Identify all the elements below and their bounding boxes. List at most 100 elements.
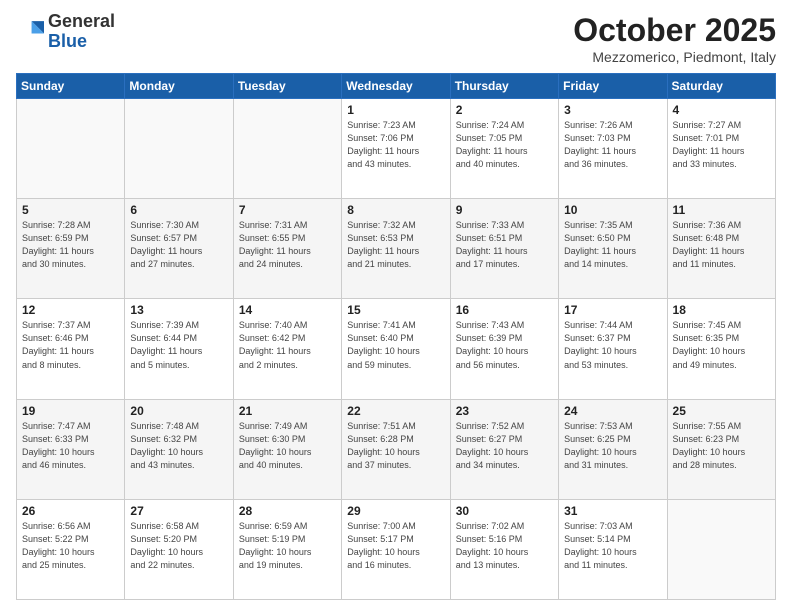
table-cell	[17, 99, 125, 199]
day-number: 11	[673, 203, 770, 217]
day-number: 16	[456, 303, 553, 317]
week-row-4: 19 Sunrise: 7:47 AMSunset: 6:33 PMDayligh…	[17, 399, 776, 499]
day-info: Sunrise: 7:53 AMSunset: 6:25 PMDaylight:…	[564, 420, 661, 472]
col-friday: Friday	[559, 74, 667, 99]
table-cell: 19 Sunrise: 7:47 AMSunset: 6:33 PMDayligh…	[17, 399, 125, 499]
day-info: Sunrise: 7:33 AMSunset: 6:51 PMDaylight:…	[456, 219, 553, 271]
day-number: 29	[347, 504, 444, 518]
day-info: Sunrise: 7:48 AMSunset: 6:32 PMDaylight:…	[130, 420, 227, 472]
day-info: Sunrise: 7:39 AMSunset: 6:44 PMDaylight:…	[130, 319, 227, 371]
logo-text: General Blue	[48, 12, 115, 52]
week-row-3: 12Sunrise: 7:37 AMSunset: 6:46 PMDayligh…	[17, 299, 776, 399]
table-cell: 13 Sunrise: 7:39 AMSunset: 6:44 PMDayligh…	[125, 299, 233, 399]
day-info: Sunrise: 7:26 AMSunset: 7:03 PMDaylight:…	[564, 119, 661, 171]
day-number: 21	[239, 404, 336, 418]
logo: General Blue	[16, 12, 115, 52]
col-wednesday: Wednesday	[342, 74, 450, 99]
day-info: Sunrise: 7:44 AMSunset: 6:37 PMDaylight:…	[564, 319, 661, 371]
day-number: 26	[22, 504, 119, 518]
table-cell: 22 Sunrise: 7:51 AMSunset: 6:28 PMDayligh…	[342, 399, 450, 499]
page: General Blue October 2025 Mezzomerico, P…	[0, 0, 792, 612]
day-number: 30	[456, 504, 553, 518]
table-cell: 6 Sunrise: 7:30 AMSunset: 6:57 PMDaylight…	[125, 199, 233, 299]
table-cell: 15Sunrise: 7:41 AMSunset: 6:40 PMDayligh…	[342, 299, 450, 399]
table-cell: 14Sunrise: 7:40 AMSunset: 6:42 PMDayligh…	[233, 299, 341, 399]
col-thursday: Thursday	[450, 74, 558, 99]
day-number: 22	[347, 404, 444, 418]
day-number: 14	[239, 303, 336, 317]
day-info: Sunrise: 7:52 AMSunset: 6:27 PMDaylight:…	[456, 420, 553, 472]
table-cell: 29 Sunrise: 7:00 AMSunset: 5:17 PMDayligh…	[342, 499, 450, 599]
day-number: 1	[347, 103, 444, 117]
col-sunday: Sunday	[17, 74, 125, 99]
day-number: 13	[130, 303, 227, 317]
day-number: 19	[22, 404, 119, 418]
day-number: 6	[130, 203, 227, 217]
table-cell: 16 Sunrise: 7:43 AMSunset: 6:39 PMDayligh…	[450, 299, 558, 399]
table-cell: 3 Sunrise: 7:26 AMSunset: 7:03 PMDaylight…	[559, 99, 667, 199]
table-cell: 18 Sunrise: 7:45 AMSunset: 6:35 PMDayligh…	[667, 299, 775, 399]
day-info: Sunrise: 6:58 AMSunset: 5:20 PMDaylight:…	[130, 520, 227, 572]
day-info: Sunrise: 7:35 AMSunset: 6:50 PMDaylight:…	[564, 219, 661, 271]
table-cell: 30 Sunrise: 7:02 AMSunset: 5:16 PMDayligh…	[450, 499, 558, 599]
day-number: 8	[347, 203, 444, 217]
day-number: 12	[22, 303, 119, 317]
table-cell	[667, 499, 775, 599]
day-info: Sunrise: 7:02 AMSunset: 5:16 PMDaylight:…	[456, 520, 553, 572]
day-number: 15	[347, 303, 444, 317]
day-info: Sunrise: 7:03 AMSunset: 5:14 PMDaylight:…	[564, 520, 661, 572]
week-row-1: 1 Sunrise: 7:23 AMSunset: 7:06 PMDaylight…	[17, 99, 776, 199]
table-cell: 12Sunrise: 7:37 AMSunset: 6:46 PMDayligh…	[17, 299, 125, 399]
header-row: Sunday Monday Tuesday Wednesday Thursday…	[17, 74, 776, 99]
day-number: 3	[564, 103, 661, 117]
day-info: Sunrise: 7:43 AMSunset: 6:39 PMDaylight:…	[456, 319, 553, 371]
day-number: 20	[130, 404, 227, 418]
header: General Blue October 2025 Mezzomerico, P…	[16, 12, 776, 65]
table-cell: 27Sunrise: 6:58 AMSunset: 5:20 PMDayligh…	[125, 499, 233, 599]
logo-blue-text: Blue	[48, 31, 87, 51]
day-number: 9	[456, 203, 553, 217]
day-info: Sunrise: 7:00 AMSunset: 5:17 PMDaylight:…	[347, 520, 444, 572]
table-cell: 11Sunrise: 7:36 AMSunset: 6:48 PMDayligh…	[667, 199, 775, 299]
day-info: Sunrise: 7:27 AMSunset: 7:01 PMDaylight:…	[673, 119, 770, 171]
table-cell: 2Sunrise: 7:24 AMSunset: 7:05 PMDaylight…	[450, 99, 558, 199]
table-cell: 31Sunrise: 7:03 AMSunset: 5:14 PMDayligh…	[559, 499, 667, 599]
day-info: Sunrise: 7:47 AMSunset: 6:33 PMDaylight:…	[22, 420, 119, 472]
table-cell: 5 Sunrise: 7:28 AMSunset: 6:59 PMDaylight…	[17, 199, 125, 299]
day-info: Sunrise: 7:32 AMSunset: 6:53 PMDaylight:…	[347, 219, 444, 271]
day-number: 7	[239, 203, 336, 217]
col-saturday: Saturday	[667, 74, 775, 99]
day-number: 24	[564, 404, 661, 418]
day-info: Sunrise: 6:59 AMSunset: 5:19 PMDaylight:…	[239, 520, 336, 572]
day-info: Sunrise: 6:56 AMSunset: 5:22 PMDaylight:…	[22, 520, 119, 572]
day-info: Sunrise: 7:30 AMSunset: 6:57 PMDaylight:…	[130, 219, 227, 271]
calendar-title: October 2025	[573, 12, 776, 49]
day-info: Sunrise: 7:23 AMSunset: 7:06 PMDaylight:…	[347, 119, 444, 171]
day-info: Sunrise: 7:28 AMSunset: 6:59 PMDaylight:…	[22, 219, 119, 271]
day-number: 18	[673, 303, 770, 317]
day-info: Sunrise: 7:49 AMSunset: 6:30 PMDaylight:…	[239, 420, 336, 472]
table-cell: 9 Sunrise: 7:33 AMSunset: 6:51 PMDaylight…	[450, 199, 558, 299]
table-cell: 21 Sunrise: 7:49 AMSunset: 6:30 PMDayligh…	[233, 399, 341, 499]
day-number: 2	[456, 103, 553, 117]
table-cell: 17Sunrise: 7:44 AMSunset: 6:37 PMDayligh…	[559, 299, 667, 399]
table-cell: 26 Sunrise: 6:56 AMSunset: 5:22 PMDayligh…	[17, 499, 125, 599]
table-cell	[233, 99, 341, 199]
table-cell: 23 Sunrise: 7:52 AMSunset: 6:27 PMDayligh…	[450, 399, 558, 499]
table-cell: 1 Sunrise: 7:23 AMSunset: 7:06 PMDaylight…	[342, 99, 450, 199]
table-cell: 8 Sunrise: 7:32 AMSunset: 6:53 PMDaylight…	[342, 199, 450, 299]
table-cell: 20 Sunrise: 7:48 AMSunset: 6:32 PMDayligh…	[125, 399, 233, 499]
table-cell	[125, 99, 233, 199]
logo-general-text: General	[48, 11, 115, 31]
day-number: 23	[456, 404, 553, 418]
day-number: 25	[673, 404, 770, 418]
day-info: Sunrise: 7:31 AMSunset: 6:55 PMDaylight:…	[239, 219, 336, 271]
table-cell: 7 Sunrise: 7:31 AMSunset: 6:55 PMDaylight…	[233, 199, 341, 299]
table-cell: 28Sunrise: 6:59 AMSunset: 5:19 PMDayligh…	[233, 499, 341, 599]
day-number: 5	[22, 203, 119, 217]
table-cell: 25Sunrise: 7:55 AMSunset: 6:23 PMDayligh…	[667, 399, 775, 499]
col-monday: Monday	[125, 74, 233, 99]
day-info: Sunrise: 7:45 AMSunset: 6:35 PMDaylight:…	[673, 319, 770, 371]
logo-icon	[16, 18, 44, 46]
day-info: Sunrise: 7:51 AMSunset: 6:28 PMDaylight:…	[347, 420, 444, 472]
